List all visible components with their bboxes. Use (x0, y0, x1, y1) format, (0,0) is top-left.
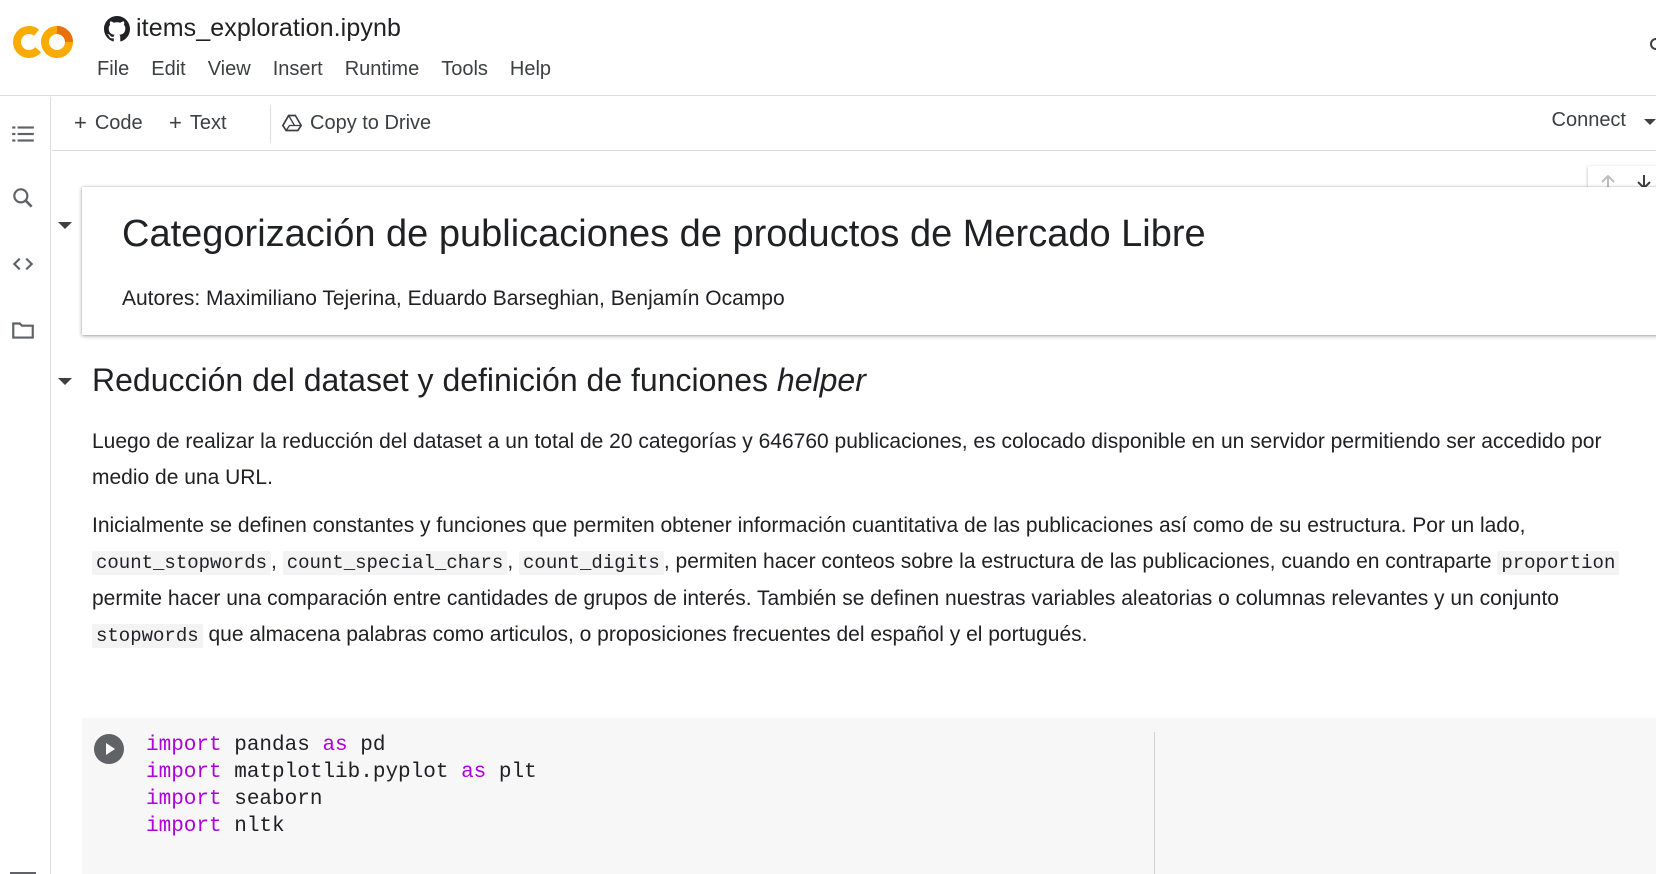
menu-runtime[interactable]: Runtime (334, 56, 430, 83)
add-text-label: Text (189, 111, 227, 134)
github-icon (104, 15, 130, 41)
drive-icon (282, 114, 302, 132)
code-keyword: as (322, 734, 348, 757)
menu-insert[interactable]: Insert (262, 56, 334, 83)
line-length-ruler (1154, 732, 1155, 874)
collapse-section-toggle[interactable] (58, 378, 72, 385)
add-text-button[interactable]: + Text (169, 107, 227, 139)
code-editor[interactable]: import pandas as pd import matplotlib.pyp… (146, 732, 537, 840)
paragraph-2-text: permite hacer una comparación entre cant… (92, 587, 1559, 610)
code-text: plt (486, 761, 537, 784)
inline-code: count_special_chars (282, 551, 508, 575)
code-text: nltk (221, 815, 285, 838)
menu-view[interactable]: View (197, 56, 262, 83)
paragraph-2-text: , (507, 550, 520, 573)
paragraph-2: Inicialmente se definen constantes y fun… (92, 508, 1652, 654)
title-row: items_exploration.ipynb (104, 14, 401, 43)
code-keyword: import (146, 734, 222, 757)
code-text: seaborn (221, 788, 323, 811)
app-header: items_exploration.ipynb File Edit View I… (0, 0, 1656, 96)
code-text: pd (347, 734, 386, 757)
collapse-section-toggle[interactable] (58, 222, 72, 229)
copy-to-drive-label: Copy to Drive (310, 111, 432, 134)
code-cell[interactable]: import pandas as pd import matplotlib.pyp… (82, 718, 1656, 874)
section-heading-text: Reducción del dataset y definición de fu… (92, 362, 777, 398)
paragraph-2-text: , permiten hacer conteos sobre la estruc… (663, 550, 1498, 573)
menu-help[interactable]: Help (499, 56, 562, 83)
menu-bar: File Edit View Insert Runtime Tools Help (86, 56, 562, 83)
menu-file[interactable]: File (86, 56, 140, 83)
plus-icon: + (169, 110, 182, 135)
inline-code: stopwords (92, 624, 203, 648)
plus-icon: + (74, 110, 87, 135)
toolbar-divider (270, 105, 271, 143)
code-line: import nltk (146, 813, 537, 840)
menu-edit[interactable]: Edit (140, 56, 196, 83)
notebook-title[interactable]: items_exploration.ipynb (136, 14, 401, 43)
paragraph-1: Luego de realizar la reducción del datas… (92, 430, 1602, 489)
inline-code: proportion (1497, 551, 1620, 575)
code-text: matplotlib.pyplot (221, 761, 462, 784)
code-snippets-icon[interactable] (10, 251, 36, 277)
code-line: import seaborn (146, 786, 537, 813)
code-keyword: import (146, 815, 222, 838)
authors-text: Autores: Maximiliano Tejerina, Eduardo B… (122, 287, 785, 310)
section-heading-emphasis: helper (776, 362, 866, 398)
folder-icon[interactable] (10, 317, 36, 343)
paragraph-2-text: , (271, 550, 283, 573)
section-heading: Reducción del dataset y definición de fu… (92, 362, 866, 399)
inline-code: count_digits (519, 551, 664, 575)
paragraph-2-text: que almacena palabras como articulos, o … (202, 623, 1088, 646)
paragraph-2-text: Inicialmente se definen constantes y fun… (92, 514, 1526, 537)
code-text: pandas (221, 734, 323, 757)
add-code-button[interactable]: + Code (74, 107, 143, 139)
code-keyword: import (146, 761, 222, 784)
add-code-label: Code (94, 111, 143, 134)
search-icon[interactable] (10, 185, 36, 211)
run-cell-button[interactable] (94, 734, 124, 764)
notebook-toolbar: + Code + Text Copy to Drive Connect (52, 97, 1656, 151)
text-cell-selected[interactable]: Categorización de publicaciones de produ… (82, 187, 1656, 335)
connect-button[interactable]: Connect (1552, 109, 1627, 132)
code-keyword: as (461, 761, 487, 784)
colab-logo[interactable] (12, 22, 78, 62)
notebook-heading: Categorización de publicaciones de produ… (122, 213, 1206, 255)
code-line: import pandas as pd (146, 732, 537, 759)
left-rail (0, 97, 51, 874)
code-line: import matplotlib.pyplot as plt (146, 759, 537, 786)
table-of-contents-icon[interactable] (10, 121, 36, 147)
inline-code: count_stopwords (92, 551, 272, 575)
notebook-content: Categorización de publicaciones de produ… (52, 152, 1656, 874)
comment-icon[interactable] (1646, 30, 1656, 50)
copy-to-drive-button[interactable]: Copy to Drive (282, 107, 431, 139)
connect-dropdown-icon[interactable] (1644, 119, 1656, 125)
menu-tools[interactable]: Tools (430, 56, 499, 83)
code-keyword: import (146, 788, 222, 811)
